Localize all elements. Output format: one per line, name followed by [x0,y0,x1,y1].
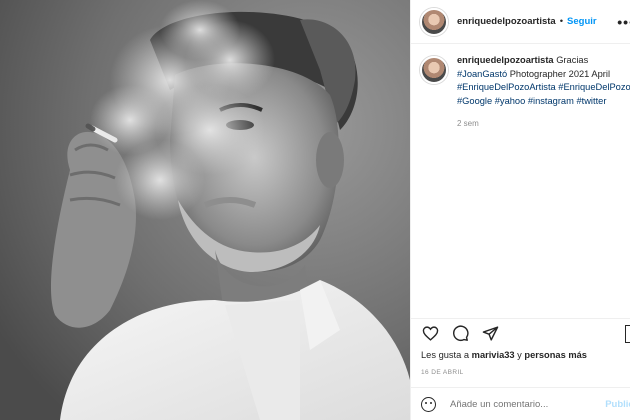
share-button[interactable] [481,325,499,343]
likes-summary: Les gusta a marivia33 y personas más [421,350,587,360]
hashtag-link[interactable]: #yahoo [495,96,526,106]
caption-avatar[interactable] [420,56,448,84]
heart-icon [422,326,438,341]
post-details-panel: enriquedelpozoartista • Seguir ••• enriq… [410,0,630,420]
avatar[interactable] [420,7,448,36]
hashtag-link[interactable]: #EnriqueDelPozo [558,82,630,92]
comment-icon [452,325,469,341]
paper-plane-icon [482,326,498,341]
caption-text: Photographer 2021 April [509,68,611,79]
likes-others-link[interactable]: personas más [524,350,587,360]
comment-button[interactable] [451,325,469,343]
post-date[interactable]: 16 DE ABRIL [421,369,464,376]
likes-connector: y [517,350,522,360]
post-photo[interactable] [0,0,410,420]
separator-dot: • [559,16,564,27]
like-button[interactable] [421,325,439,343]
header-username[interactable]: enriquedelpozoartista [457,16,556,27]
likes-prefix: Les gusta a [421,350,470,360]
more-options-icon[interactable]: ••• [617,14,630,30]
caption-time[interactable]: 2 sem [457,117,630,131]
comment-bar: Publica [411,387,630,420]
caption-body: enriquedelpozoartista Gracias #JoanGastó… [457,54,630,131]
liker-username[interactable]: marivia33 [472,350,515,360]
post-header: enriquedelpozoartista • Seguir ••• [411,0,630,44]
post-caption: enriquedelpozoartista Gracias #JoanGastó… [411,54,630,131]
portrait-photo [0,0,410,420]
smiley-icon[interactable] [421,396,436,412]
comment-input[interactable] [450,398,580,410]
caption-text: Gracias [556,55,589,65]
hashtag-link[interactable]: #JoanGastó [457,69,507,79]
hashtag-link[interactable]: #twitter [576,96,606,106]
bookmark-icon[interactable] [625,325,630,343]
publish-button[interactable]: Publica [605,399,630,410]
hashtag-link[interactable]: #instagram [528,96,574,106]
action-bar [411,318,630,348]
follow-button[interactable]: Seguir [567,16,597,27]
hashtag-link[interactable]: #Google [457,96,492,106]
hashtag-link[interactable]: #EnriqueDelPozoArtista [457,82,556,92]
caption-username[interactable]: enriquedelpozoartista [457,55,554,65]
